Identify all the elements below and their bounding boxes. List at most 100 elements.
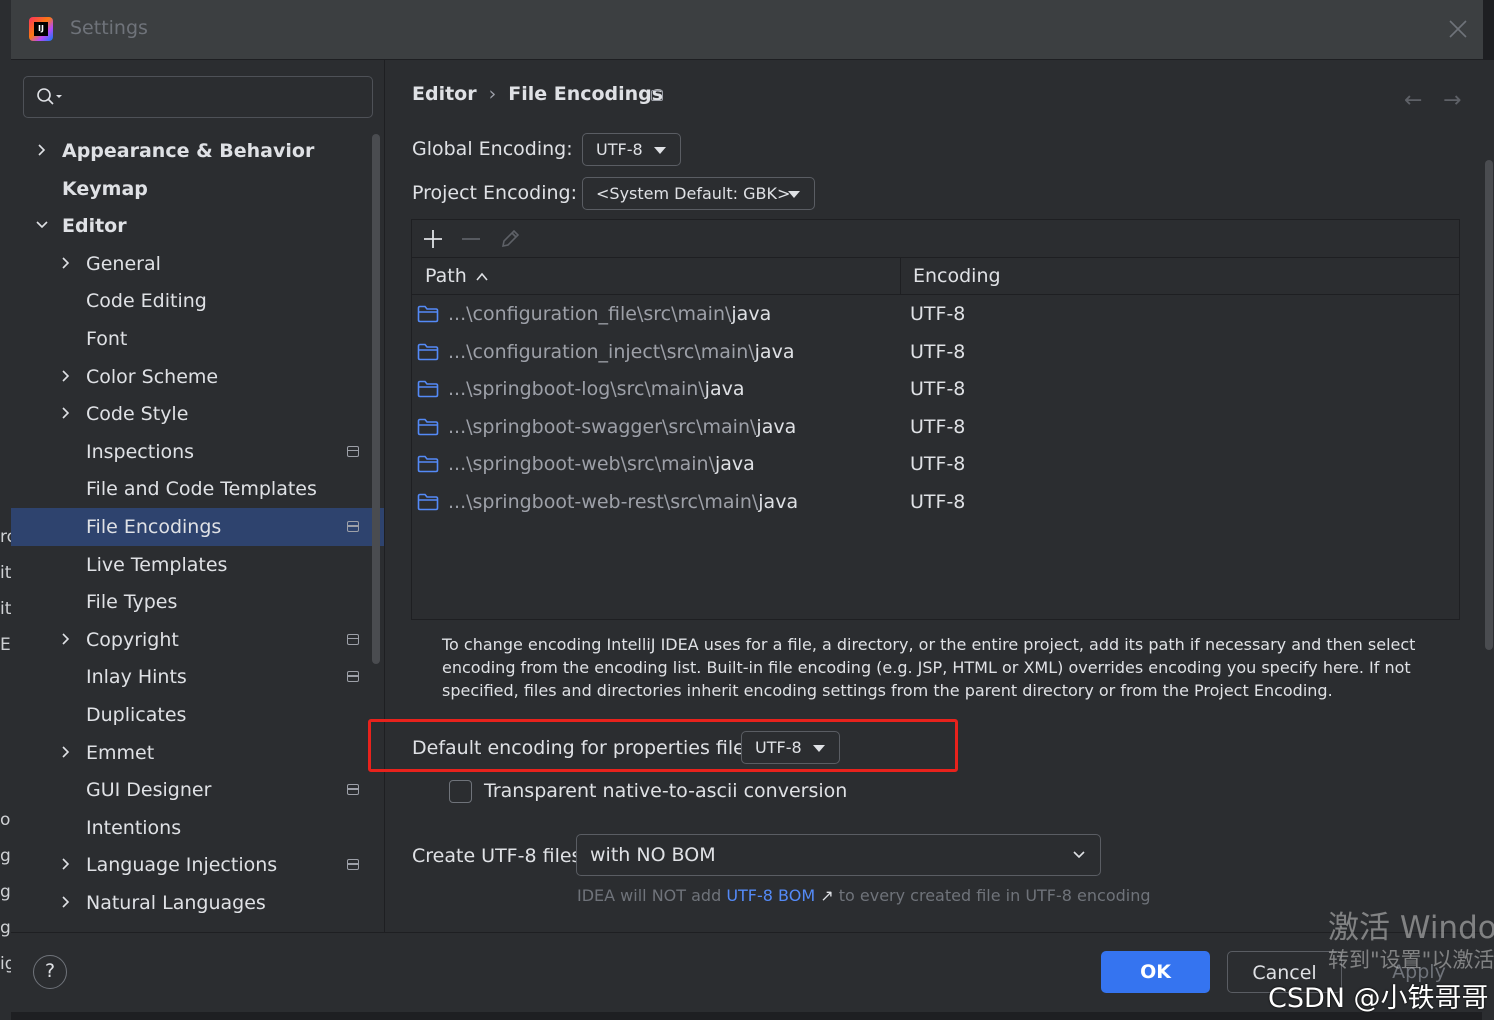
search-input[interactable] [23, 76, 373, 118]
breadcrumb-current: File Encodings [508, 83, 664, 105]
row-path-end: java [758, 491, 799, 513]
sidebar-item-copyright[interactable]: Copyright [11, 621, 384, 659]
sidebar-scrollbar[interactable] [372, 134, 380, 664]
sidebar-item-label: Emmet [86, 741, 155, 764]
folder-icon [417, 493, 439, 511]
help-button[interactable]: ? [33, 955, 67, 989]
sidebar-item-code-editing[interactable]: Code Editing [11, 282, 384, 320]
row-encoding: UTF-8 [910, 491, 966, 513]
sidebar-item-font[interactable]: Font [11, 320, 384, 358]
window-title: Settings [70, 17, 148, 39]
project-settings-icon [347, 671, 359, 683]
chevron-right-icon[interactable] [59, 895, 73, 909]
project-settings-icon [347, 859, 359, 871]
intellij-logo-icon: IJ [29, 17, 53, 41]
chevron-right-icon[interactable] [35, 143, 49, 157]
sidebar-item-label: Code Editing [86, 290, 207, 313]
sidebar-item-file-types[interactable]: File Types [11, 583, 384, 621]
row-path-prefix: ...\configuration_inject\src\main\ [448, 340, 755, 363]
native-to-ascii-checkbox[interactable] [449, 780, 472, 803]
project-settings-icon [651, 90, 663, 101]
utf8-bom-link[interactable]: UTF-8 BOM [726, 886, 815, 905]
table-row[interactable]: ...\configuration_inject\src\main\java UT… [412, 334, 1459, 371]
edit-icon[interactable] [498, 227, 522, 251]
sidebar-item-language-injections[interactable]: Language Injections [11, 846, 384, 884]
settings-tree: Appearance & Behavior Keymap Editor General… [11, 130, 384, 930]
back-arrow-icon[interactable]: ← [1404, 88, 1422, 113]
breadcrumb-parent[interactable]: Editor [412, 83, 477, 105]
sidebar-item-file-encodings[interactable]: File Encodings [11, 508, 384, 546]
chevron-right-icon[interactable] [59, 369, 73, 383]
sidebar-item-emmet[interactable]: Emmet [11, 734, 384, 772]
row-encoding: UTF-8 [910, 453, 966, 476]
path-column-header[interactable]: Path [425, 258, 467, 295]
table-row[interactable]: ...\springboot-web-rest\src\main\java UTF… [412, 484, 1459, 521]
chevron-right-icon[interactable] [59, 632, 73, 646]
close-icon[interactable] [1447, 18, 1469, 40]
sidebar-item-editor[interactable]: Editor [11, 207, 384, 245]
folder-icon [417, 418, 439, 436]
ok-button[interactable]: OK [1101, 951, 1210, 993]
encoding-column-header[interactable]: Encoding [913, 258, 1001, 295]
sidebar-item-code-style[interactable]: Code Style [11, 395, 384, 433]
sidebar-item-appearance-behavior[interactable]: Appearance & Behavior [11, 132, 384, 170]
sidebar-item-label: Copyright [86, 628, 179, 651]
project-encoding-select[interactable]: <System Default: GBK> [582, 177, 815, 210]
sidebar-item-duplicates[interactable]: Duplicates [11, 696, 384, 734]
create-utf8-select[interactable]: with NO BOM [576, 834, 1101, 876]
row-path: ...\configuration_inject\src\main\java [448, 334, 794, 371]
sidebar-item-label: File Encodings [86, 516, 222, 538]
sidebar-item-inlay-hints[interactable]: Inlay Hints [11, 658, 384, 696]
sidebar-item-intentions[interactable]: Intentions [11, 809, 384, 847]
sidebar-item-label: Color Scheme [86, 365, 219, 388]
chevron-down-icon[interactable] [35, 218, 49, 232]
sidebar-item-label: Natural Languages [86, 892, 266, 914]
sidebar-item-gui-designer[interactable]: GUI Designer [11, 771, 384, 809]
row-encoding: UTF-8 [910, 378, 966, 401]
project-encoding-label: Project Encoding: [412, 182, 578, 204]
project-encoding-value: <System Default: GBK> [596, 184, 791, 203]
bom-hint-prefix: IDEA will NOT add [577, 886, 727, 905]
sidebar-item-label: Keymap [62, 177, 148, 200]
row-path-end: java [731, 303, 772, 325]
chevron-down-icon [1073, 851, 1085, 859]
global-encoding-value: UTF-8 [596, 140, 643, 159]
sidebar-item-color-scheme[interactable]: Color Scheme [11, 358, 384, 396]
chevron-right-icon[interactable] [59, 256, 73, 270]
remove-icon[interactable] [459, 227, 483, 251]
sidebar-item-inspections[interactable]: Inspections [11, 433, 384, 471]
settings-dialog: IJ Settings Appearance & Behavior Keymap E… [11, 0, 1483, 1012]
sidebar-item-general[interactable]: General [11, 245, 384, 283]
forward-arrow-icon[interactable]: → [1443, 88, 1461, 113]
global-encoding-select[interactable]: UTF-8 [582, 133, 681, 166]
table-row[interactable]: ...\springboot-web\src\main\java UTF-8 [412, 446, 1459, 483]
chevron-right-icon[interactable] [59, 857, 73, 871]
chevron-right-icon[interactable] [59, 406, 73, 420]
help-text: To change encoding IntelliJ IDEA uses fo… [442, 635, 1416, 700]
table-row[interactable]: ...\springboot-swagger\src\main\java UTF-… [412, 409, 1459, 446]
sidebar-item-live-templates[interactable]: Live Templates [11, 546, 384, 584]
properties-encoding-label: Default encoding for properties files: [412, 737, 762, 759]
table-row[interactable]: ...\springboot-log\src\main\java UTF-8 [412, 371, 1459, 408]
native-to-ascii-label[interactable]: Transparent native-to-ascii conversion [484, 780, 847, 802]
table-row[interactable]: ...\configuration_file\src\main\java UTF-… [412, 296, 1459, 333]
footer-divider [11, 932, 1483, 933]
sidebar-item-natural-languages[interactable]: Natural Languages [11, 884, 384, 922]
folder-icon [417, 305, 439, 323]
row-path: ...\configuration_file\src\main\java [448, 296, 771, 333]
row-path-prefix: ...\configuration_file\src\main\ [448, 303, 732, 325]
sidebar-item-file-and-code-templates[interactable]: File and Code Templates [11, 470, 384, 508]
search-icon [37, 88, 62, 105]
sidebar-item-keymap[interactable]: Keymap [11, 170, 384, 208]
chevron-right-icon[interactable] [59, 745, 73, 759]
row-path-end: java [715, 453, 755, 476]
sidebar-divider [384, 60, 385, 932]
external-link-icon: ↗ [820, 886, 834, 905]
sidebar-item-label: Duplicates [86, 704, 187, 726]
project-settings-icon [347, 445, 359, 457]
add-icon[interactable] [421, 227, 445, 251]
sidebar-item-label: Font [86, 328, 128, 350]
sidebar-item-label: Inspections [86, 440, 195, 463]
table-header: Path Encoding [412, 258, 1459, 295]
properties-encoding-select[interactable]: UTF-8 [741, 731, 840, 764]
